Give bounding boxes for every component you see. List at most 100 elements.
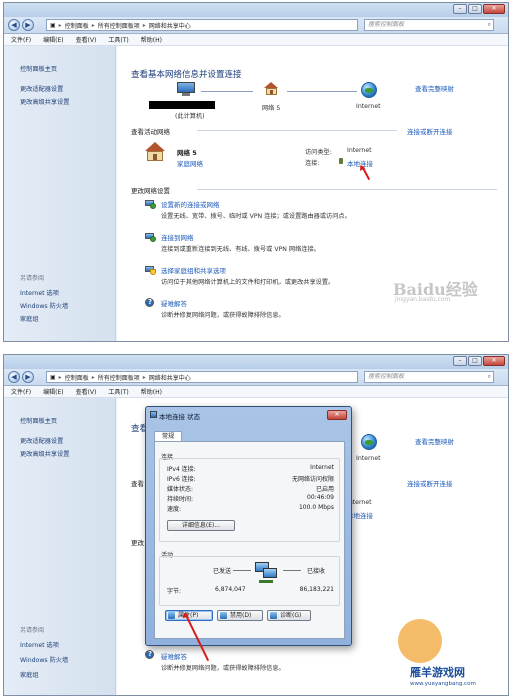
maximize-button[interactable]: □ xyxy=(468,4,482,14)
separator-band xyxy=(0,343,512,353)
back-arrow-icon[interactable]: ◀ xyxy=(8,371,20,383)
received-label: 已接收 xyxy=(307,568,326,575)
map-node-internet: Internet xyxy=(356,103,381,110)
menu-bar: 文件(F) 编辑(E) 查看(V) 工具(T) 帮助(H) xyxy=(4,34,508,46)
breadcrumb-item[interactable]: 控制面板 xyxy=(65,373,89,382)
task-troubleshoot-link[interactable]: 疑难解答 xyxy=(161,651,187,661)
ipv4-label: IPv4 连接: xyxy=(167,466,196,473)
forward-arrow-icon[interactable]: ▶ xyxy=(22,19,34,31)
menu-tools[interactable]: 工具(T) xyxy=(108,387,128,396)
menu-help[interactable]: 帮助(H) xyxy=(141,387,162,396)
connect-disconnect-link[interactable]: 连接或断开连接 xyxy=(407,478,453,488)
sidebar: 控制面板主页 更改适配器设置 更改高级共享设置 另请参阅 Internet 选项… xyxy=(4,398,116,695)
sent-label: 已发送 xyxy=(213,568,232,575)
sidebar-item-advanced-sharing[interactable]: 更改高级共享设置 xyxy=(20,449,70,458)
sidebar-item-homegroup[interactable]: 家庭组 xyxy=(20,314,39,323)
page-title: 查看基本网络信息并设置连接 xyxy=(131,70,242,80)
search-input[interactable]: 搜索控制面板 ⌕ xyxy=(364,371,494,383)
breadcrumb-item[interactable]: 所有控制面板项 xyxy=(98,373,140,382)
sidebar-item-advanced-sharing[interactable]: 更改高级共享设置 xyxy=(20,97,70,106)
menu-tools[interactable]: 工具(T) xyxy=(108,35,128,44)
breadcrumb-item[interactable]: 所有控制面板项 xyxy=(98,21,140,30)
received-line xyxy=(283,570,301,571)
title-bar: – □ ✕ xyxy=(4,355,508,369)
full-map-link[interactable]: 查看完整映射 xyxy=(415,436,454,446)
breadcrumb-item[interactable]: 控制面板 xyxy=(65,21,89,30)
breadcrumb-item[interactable]: 网络和共享中心 xyxy=(149,21,191,30)
minimize-button[interactable]: – xyxy=(453,4,467,14)
network-name: 网络 5 xyxy=(177,149,197,157)
shield-icon xyxy=(220,612,227,619)
diagnose-button[interactable]: 诊断(G) xyxy=(267,610,311,621)
sidebar-item-adapter-settings[interactable]: 更改适配器设置 xyxy=(20,436,63,445)
internet-globe-icon xyxy=(361,434,377,450)
see-also-title: 另请参阅 xyxy=(20,627,45,634)
control-panel-icon: ▣ xyxy=(50,21,56,29)
disable-button[interactable]: 禁用(D) xyxy=(217,610,263,621)
activity-group xyxy=(159,556,340,606)
divider xyxy=(197,130,397,131)
breadcrumb[interactable]: ▣ ▸ 控制面板 ▸ 所有控制面板项 ▸ 网络和共享中心 xyxy=(46,19,358,31)
minimize-button[interactable]: – xyxy=(453,356,467,366)
see-also-title: 另请参阅 xyxy=(20,275,45,282)
diagnose-button-label: 诊断(G) xyxy=(280,612,302,619)
details-button[interactable]: 详细信息(E)... xyxy=(167,520,235,531)
menu-view[interactable]: 查看(V) xyxy=(76,387,97,396)
dialog-close-button[interactable]: ✕ xyxy=(327,410,347,420)
local-connection-status-dialog: 本地连接 状态 ✕ 常规 连接 IPv4 连接: Internet IPv6 连… xyxy=(145,406,352,646)
close-button[interactable]: ✕ xyxy=(483,4,505,14)
duration-value: 00:46:09 xyxy=(307,494,334,501)
sidebar-item-firewall[interactable]: Windows 防火墙 xyxy=(20,655,68,664)
sidebar-item-internet-options[interactable]: Internet 选项 xyxy=(20,288,59,297)
red-arrow-annotation xyxy=(361,166,370,181)
menu-help[interactable]: 帮助(H) xyxy=(141,35,162,44)
address-bar: ◀ ▶ ▣ ▸ 控制面板 ▸ 所有控制面板项 ▸ 网络和共享中心 搜索控制面板 … xyxy=(4,17,508,34)
sidebar-item-home[interactable]: 控制面板主页 xyxy=(20,416,57,425)
back-arrow-icon[interactable]: ◀ xyxy=(8,19,20,31)
troubleshoot-icon: ? xyxy=(145,650,156,660)
bytes-sent-value: 6,874,047 xyxy=(215,586,246,593)
menu-edit[interactable]: 编辑(E) xyxy=(43,35,63,44)
menu-file[interactable]: 文件(F) xyxy=(11,387,31,396)
sidebar-item-adapter-settings[interactable]: 更改适配器设置 xyxy=(20,84,63,93)
bytes-received-value: 86,183,221 xyxy=(299,586,334,593)
full-map-link[interactable]: 查看完整映射 xyxy=(415,83,454,93)
access-type-value: Internet xyxy=(347,147,372,154)
search-input[interactable]: 搜索控制面板 ⌕ xyxy=(364,19,494,31)
shield-icon xyxy=(168,612,175,619)
ipv4-value: Internet xyxy=(310,464,334,471)
task-homegroup-link[interactable]: 选择家庭组和共享选项 xyxy=(161,265,226,275)
menu-edit[interactable]: 编辑(E) xyxy=(43,387,63,396)
task-troubleshoot-link[interactable]: 疑难解答 xyxy=(161,298,187,308)
network-type-link[interactable]: 家庭网络 xyxy=(177,158,203,168)
connect-disconnect-link[interactable]: 连接或断开连接 xyxy=(407,126,453,136)
computer-icon xyxy=(177,82,195,96)
site-watermark-url: www.yueyangbang.com xyxy=(410,681,476,687)
task-new-connection-link[interactable]: 设置新的连接或网络 xyxy=(161,199,220,209)
map-node-internet: Internet xyxy=(356,455,381,462)
diagnose-icon xyxy=(270,612,277,619)
breadcrumb[interactable]: ▣ ▸ 控制面板 ▸ 所有控制面板项 ▸ 网络和共享中心 xyxy=(46,371,358,383)
control-panel-icon: ▣ xyxy=(50,373,56,381)
breadcrumb-item[interactable]: 网络和共享中心 xyxy=(149,373,191,382)
map-node-network: 网络 5 xyxy=(262,105,281,112)
task-connect-link[interactable]: 连接到网络 xyxy=(161,232,194,242)
ipv6-label: IPv6 连接: xyxy=(167,476,196,483)
sidebar-item-internet-options[interactable]: Internet 选项 xyxy=(20,640,59,649)
sidebar-item-homegroup[interactable]: 家庭组 xyxy=(20,670,39,679)
task-troubleshoot-desc: 诊断并修复网络问题，或获得故障排除信息。 xyxy=(161,665,285,672)
baidu-watermark-url: jingyan.baidu.com xyxy=(395,296,451,303)
dialog-title: 本地连接 状态 xyxy=(159,413,201,421)
forward-arrow-icon[interactable]: ▶ xyxy=(22,371,34,383)
network-house-icon xyxy=(264,82,278,95)
media-state-value: 已启用 xyxy=(315,486,334,493)
close-button[interactable]: ✕ xyxy=(483,356,505,366)
connect-network-icon xyxy=(145,232,156,242)
active-networks-title-partial: 查看 xyxy=(131,480,144,488)
sidebar-item-home[interactable]: 控制面板主页 xyxy=(20,64,57,73)
menu-view[interactable]: 查看(V) xyxy=(76,35,97,44)
sidebar-item-firewall[interactable]: Windows 防火墙 xyxy=(20,301,68,310)
homegroup-icon xyxy=(145,265,156,275)
menu-file[interactable]: 文件(F) xyxy=(11,35,31,44)
maximize-button[interactable]: □ xyxy=(468,356,482,366)
